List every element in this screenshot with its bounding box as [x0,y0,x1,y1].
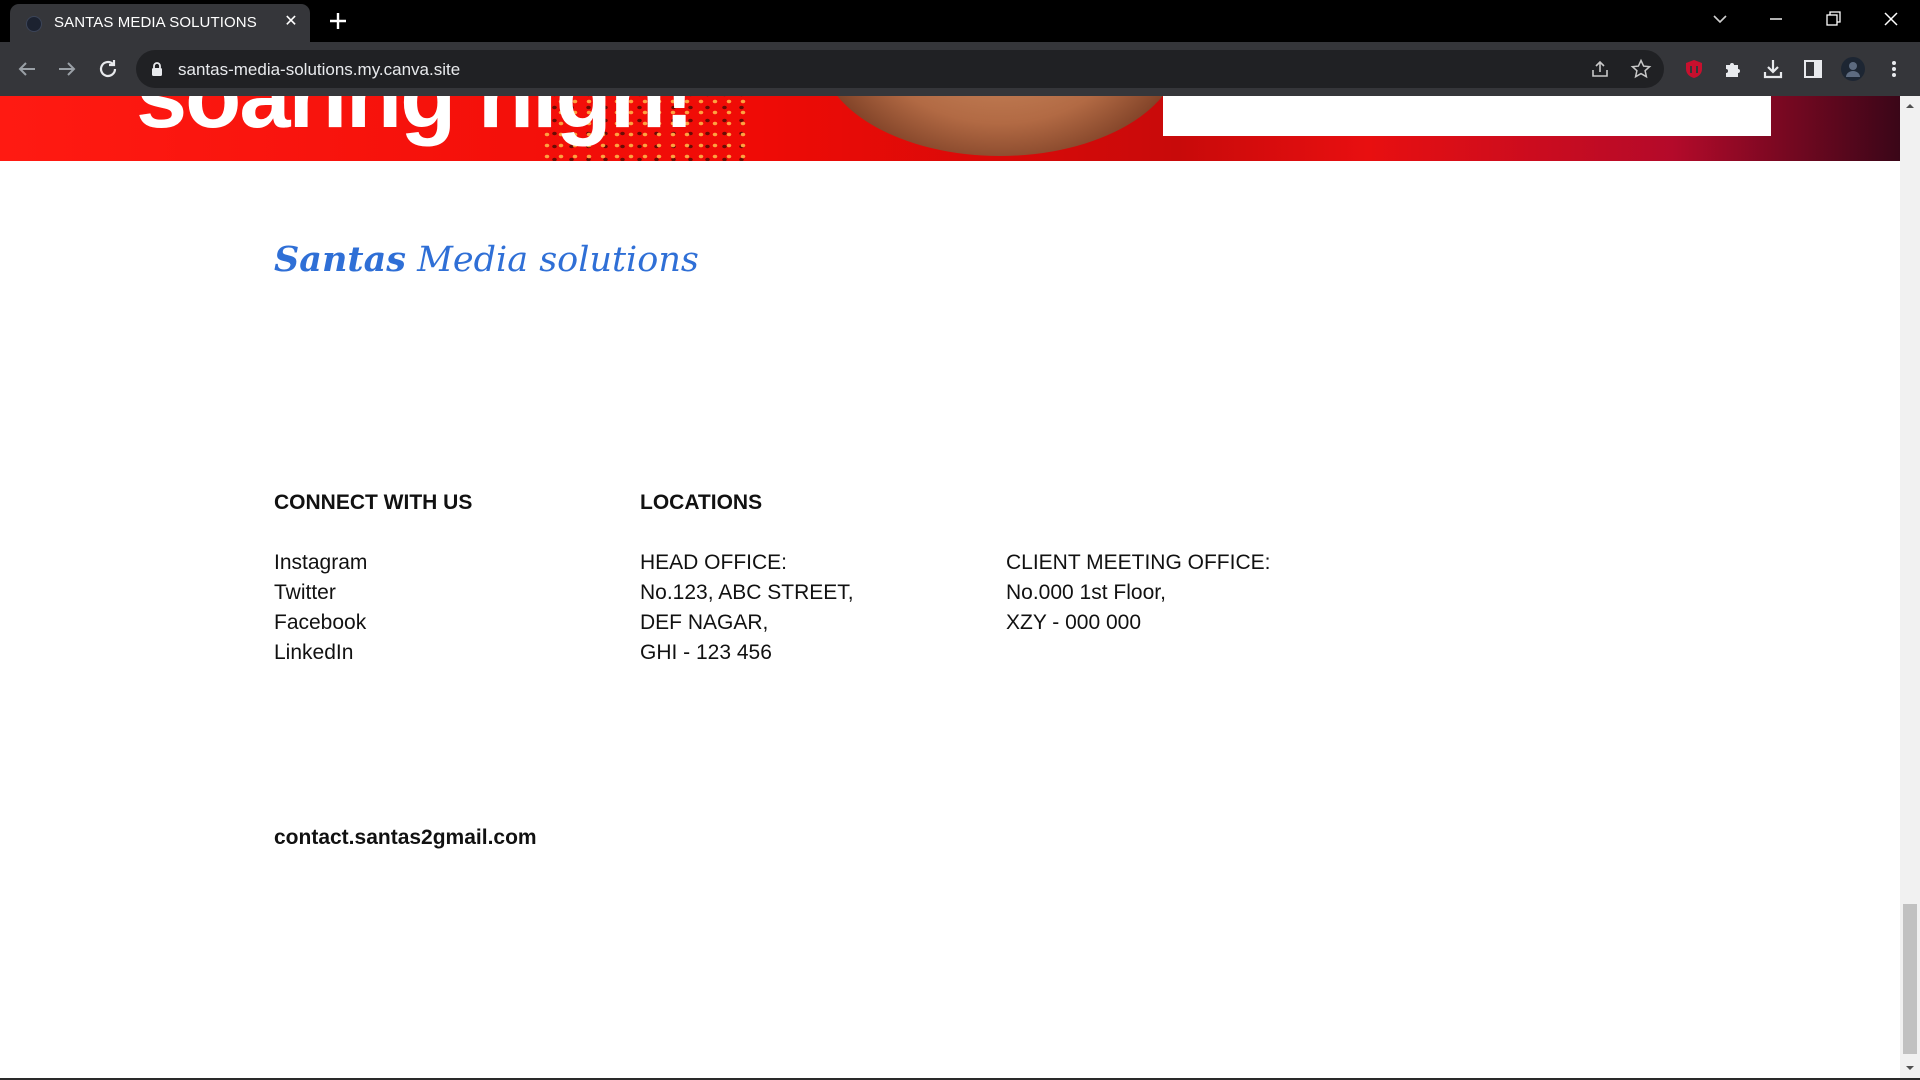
scroll-down-arrow-icon[interactable] [1900,1058,1920,1078]
tab-close-icon[interactable]: ✕ [280,11,302,33]
forward-icon[interactable] [53,55,81,83]
share-icon[interactable] [1589,58,1611,80]
head-office-label: HEAD OFFICE: [640,551,788,574]
head-office-address: HEAD OFFICE: No.123, ABC STREET, DEF NAG… [640,548,854,668]
hero-image [820,96,1180,156]
close-window-icon[interactable] [1871,4,1911,36]
scrollbar-thumb[interactable] [1903,904,1917,1054]
hero-white-box [1163,96,1771,136]
tab-search-icon[interactable] [1700,4,1740,36]
url-text[interactable]: santas-media-solutions.my.canva.site [178,60,460,80]
brand-logo: Santas Media solutions [274,239,699,280]
reload-icon[interactable] [94,55,122,83]
bookmark-star-icon[interactable] [1630,58,1652,80]
tab-title: SANTAS MEDIA SOLUTIONS [54,14,257,31]
hero-heading: soaring high! [136,96,695,147]
page-viewport: soaring high! Santas Media solutions CON… [0,96,1900,1078]
favicon-icon [26,16,42,32]
address-line: XZY - 000 000 [1006,611,1142,634]
connect-heading: CONNECT WITH US [274,491,473,514]
tab-bar: SANTAS MEDIA SOLUTIONS ✕ [0,0,1920,42]
instagram-link[interactable]: Instagram [274,548,367,578]
page-scrollbar[interactable] [1900,96,1920,1078]
browser-toolbar: santas-media-solutions.my.canva.site [0,42,1920,96]
hero-banner: soaring high! [0,96,1900,161]
menu-kebab-icon[interactable] [1882,57,1906,81]
new-tab-icon[interactable] [325,8,351,34]
restore-icon[interactable] [1813,4,1853,36]
minimize-icon[interactable] [1756,4,1796,36]
facebook-link[interactable]: Facebook [274,608,367,638]
download-icon[interactable] [1761,57,1785,81]
locations-heading: LOCATIONS [640,491,763,514]
profile-avatar[interactable] [1841,57,1865,81]
contact-email[interactable]: contact.santas2gmail.com [274,826,537,850]
address-line: DEF NAGAR, [640,611,769,634]
address-line: GHI - 123 456 [640,641,772,664]
social-links-list: Instagram Twitter Facebook LinkedIn [274,548,367,668]
extension-shield-icon[interactable] [1682,57,1706,81]
client-office-label: CLIENT MEETING OFFICE: [1006,551,1271,574]
browser-tab[interactable]: SANTAS MEDIA SOLUTIONS ✕ [10,4,310,42]
address-line: No.000 1st Floor, [1006,581,1166,604]
side-panel-icon[interactable] [1801,57,1825,81]
client-office-address: CLIENT MEETING OFFICE: No.000 1st Floor,… [1006,548,1270,638]
back-icon[interactable] [13,55,41,83]
brand-name-rest: Media solutions [405,240,699,280]
scroll-up-arrow-icon[interactable] [1900,96,1920,116]
brand-name-bold: Santas [274,239,406,280]
lock-icon[interactable] [150,61,164,77]
address-line: No.123, ABC STREET, [640,581,854,604]
extensions-puzzle-icon[interactable] [1721,57,1745,81]
address-bar[interactable]: santas-media-solutions.my.canva.site [136,50,1664,88]
twitter-link[interactable]: Twitter [274,578,367,608]
linkedin-link[interactable]: LinkedIn [274,638,367,668]
